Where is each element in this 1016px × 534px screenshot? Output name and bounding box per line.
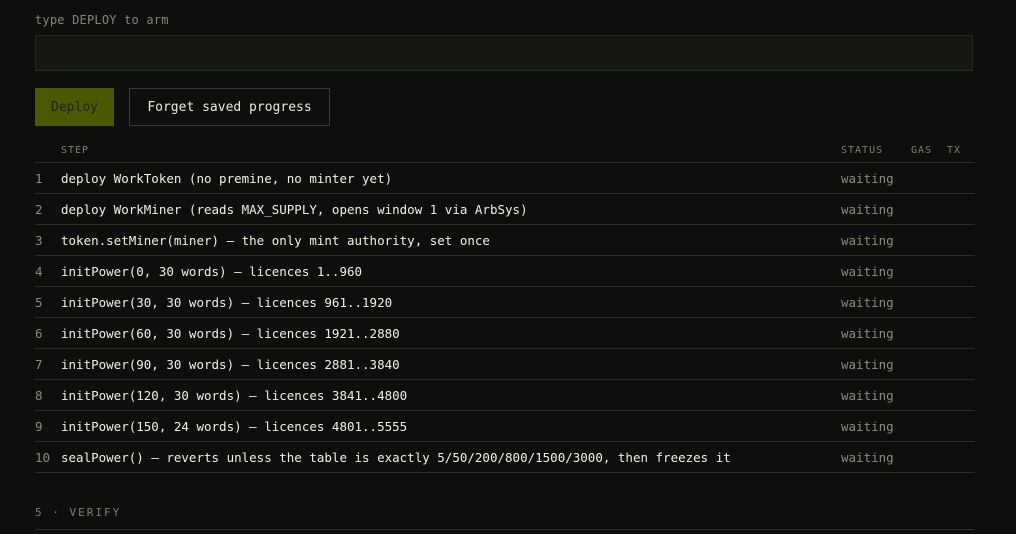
table-row: 8 initPower(120, 30 words) — licences 384… (35, 379, 975, 411)
step-tx (947, 410, 975, 442)
step-gas (911, 441, 947, 473)
step-number: 5 (35, 286, 61, 318)
step-gas (911, 193, 947, 225)
step-gas (911, 255, 947, 287)
step-gas (911, 224, 947, 256)
step-status: waiting (841, 193, 911, 225)
step-description: sealPower() — reverts unless the table i… (61, 441, 841, 473)
header-status: STATUS (841, 139, 911, 163)
step-description: initPower(0, 30 words) — licences 1..960 (61, 255, 841, 287)
step-tx (947, 193, 975, 225)
header-num (35, 139, 61, 163)
step-number: 9 (35, 410, 61, 442)
step-gas (911, 286, 947, 318)
step-gas (911, 410, 947, 442)
step-status: waiting (841, 441, 911, 473)
step-tx (947, 348, 975, 380)
step-status: waiting (841, 255, 911, 287)
table-row: 7 initPower(90, 30 words) — licences 2881… (35, 348, 975, 380)
step-status: waiting (841, 162, 911, 194)
step-status: waiting (841, 348, 911, 380)
step-tx (947, 224, 975, 256)
step-number: 6 (35, 317, 61, 349)
steps-header-row: STEP STATUS GAS TX (35, 139, 975, 163)
arm-input[interactable] (35, 35, 973, 71)
step-status: waiting (841, 379, 911, 411)
action-buttons: Deploy Forget saved progress (35, 88, 330, 126)
step-description: deploy WorkToken (no premine, no minter … (61, 162, 841, 194)
table-row: 6 initPower(60, 30 words) — licences 1921… (35, 317, 975, 349)
step-number: 7 (35, 348, 61, 380)
step-number: 2 (35, 193, 61, 225)
step-tx (947, 255, 975, 287)
step-gas (911, 348, 947, 380)
verify-divider (35, 529, 975, 530)
step-number: 1 (35, 162, 61, 194)
table-row: 5 initPower(30, 30 words) — licences 961.… (35, 286, 975, 318)
step-status: waiting (841, 286, 911, 318)
step-status: waiting (841, 317, 911, 349)
steps-table: STEP STATUS GAS TX 1 deploy WorkToken (no… (35, 139, 975, 473)
verify-section-heading: 5 · VERIFY (35, 506, 122, 519)
step-description: initPower(120, 30 words) — licences 3841… (61, 379, 841, 411)
step-number: 10 (35, 441, 61, 473)
table-row: 2 deploy WorkMiner (reads MAX_SUPPLY, ope… (35, 193, 975, 225)
header-gas: GAS (911, 139, 947, 163)
table-row: 3 token.setMiner(miner) — the only mint a… (35, 224, 975, 256)
header-step: STEP (61, 139, 841, 163)
step-description: initPower(90, 30 words) — licences 2881.… (61, 348, 841, 380)
deploy-button[interactable]: Deploy (35, 88, 114, 126)
step-gas (911, 317, 947, 349)
forget-progress-button[interactable]: Forget saved progress (129, 88, 330, 126)
table-row: 9 initPower(150, 24 words) — licences 480… (35, 410, 975, 442)
table-row: 10 sealPower() — reverts unless the table… (35, 441, 975, 473)
step-number: 4 (35, 255, 61, 287)
step-description: initPower(150, 24 words) — licences 4801… (61, 410, 841, 442)
step-tx (947, 379, 975, 411)
table-row: 1 deploy WorkToken (no premine, no minter… (35, 162, 975, 194)
step-gas (911, 162, 947, 194)
header-tx: TX (947, 139, 975, 163)
step-description: initPower(60, 30 words) — licences 1921.… (61, 317, 841, 349)
step-tx (947, 441, 975, 473)
step-description: token.setMiner(miner) — the only mint au… (61, 224, 841, 256)
step-description: deploy WorkMiner (reads MAX_SUPPLY, open… (61, 193, 841, 225)
step-status: waiting (841, 410, 911, 442)
arm-label: type DEPLOY to arm (35, 13, 169, 27)
step-tx (947, 162, 975, 194)
step-gas (911, 379, 947, 411)
step-description: initPower(30, 30 words) — licences 961..… (61, 286, 841, 318)
step-number: 3 (35, 224, 61, 256)
step-number: 8 (35, 379, 61, 411)
step-status: waiting (841, 224, 911, 256)
table-row: 4 initPower(0, 30 words) — licences 1..96… (35, 255, 975, 287)
step-tx (947, 286, 975, 318)
step-tx (947, 317, 975, 349)
